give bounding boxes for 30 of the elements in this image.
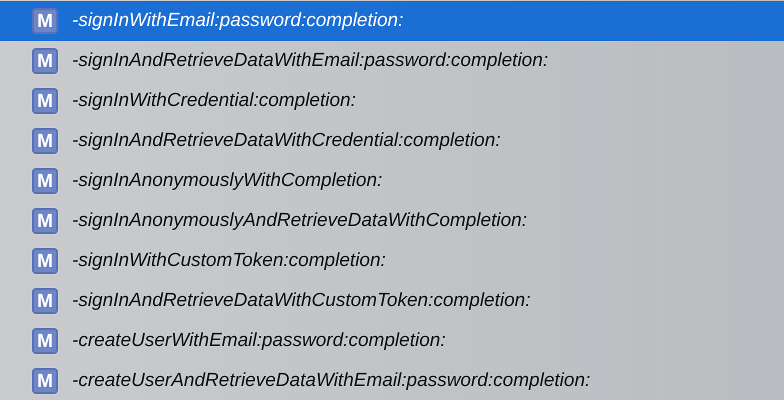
method-badge-icon: M [32, 288, 58, 314]
method-badge-icon: M [32, 328, 58, 354]
completion-item[interactable]: M -signInAndRetrieveDataWithCredential:completion: [0, 121, 784, 161]
completion-item[interactable]: M -signInWithEmail:password:completion: [0, 1, 784, 41]
method-signature: -signInAndRetrieveDataWithCustomToken:completion: [72, 288, 531, 313]
method-badge-icon: M [32, 168, 58, 194]
method-signature: -createUserAndRetrieveDataWithEmail:password:completion: [72, 368, 590, 393]
completion-item[interactable]: M -signInWithCustomToken:completion: [0, 241, 784, 281]
method-badge-icon: M [32, 248, 58, 274]
method-signature: -signInAndRetrieveDataWithEmail:password:completion: [72, 48, 548, 73]
method-signature: -signInAnonymouslyAndRetrieveDataWithCompletion: [72, 208, 527, 233]
method-badge-icon: M [32, 48, 58, 74]
method-signature: -signInAnonymouslyWithCompletion: [72, 168, 382, 193]
completion-item[interactable]: M -signInAnonymouslyWithCompletion: [0, 161, 784, 201]
completion-item[interactable]: M -signInAndRetrieveDataWithCustomToken:completion: [0, 281, 784, 321]
method-signature: -signInWithEmail:password:completion: [72, 8, 404, 33]
method-badge-icon: M [32, 88, 58, 114]
method-badge-icon: M [32, 208, 58, 234]
completion-item[interactable]: M -signInWithCredential:completion: [0, 81, 784, 121]
method-signature: -signInWithCustomToken:completion: [72, 248, 386, 273]
completion-item[interactable]: M -createUserWithEmail:password:completion: [0, 321, 784, 361]
completion-item[interactable]: M -signInAndRetrieveDataWithEmail:password:completion: [0, 41, 784, 81]
method-signature: -signInWithCredential:completion: [72, 88, 356, 113]
method-badge-icon: M [32, 368, 58, 394]
method-badge-icon: M [32, 128, 58, 154]
method-signature: -createUserWithEmail:password:completion: [72, 328, 446, 353]
method-signature: -signInAndRetrieveDataWithCredential:completion: [72, 128, 501, 153]
completion-item[interactable]: M -signInAnonymouslyAndRetrieveDataWithCompletion: [0, 201, 784, 241]
method-badge-icon: M [32, 8, 58, 34]
completion-item[interactable]: M -createUserAndRetrieveDataWithEmail:password:completion: [0, 361, 784, 400]
